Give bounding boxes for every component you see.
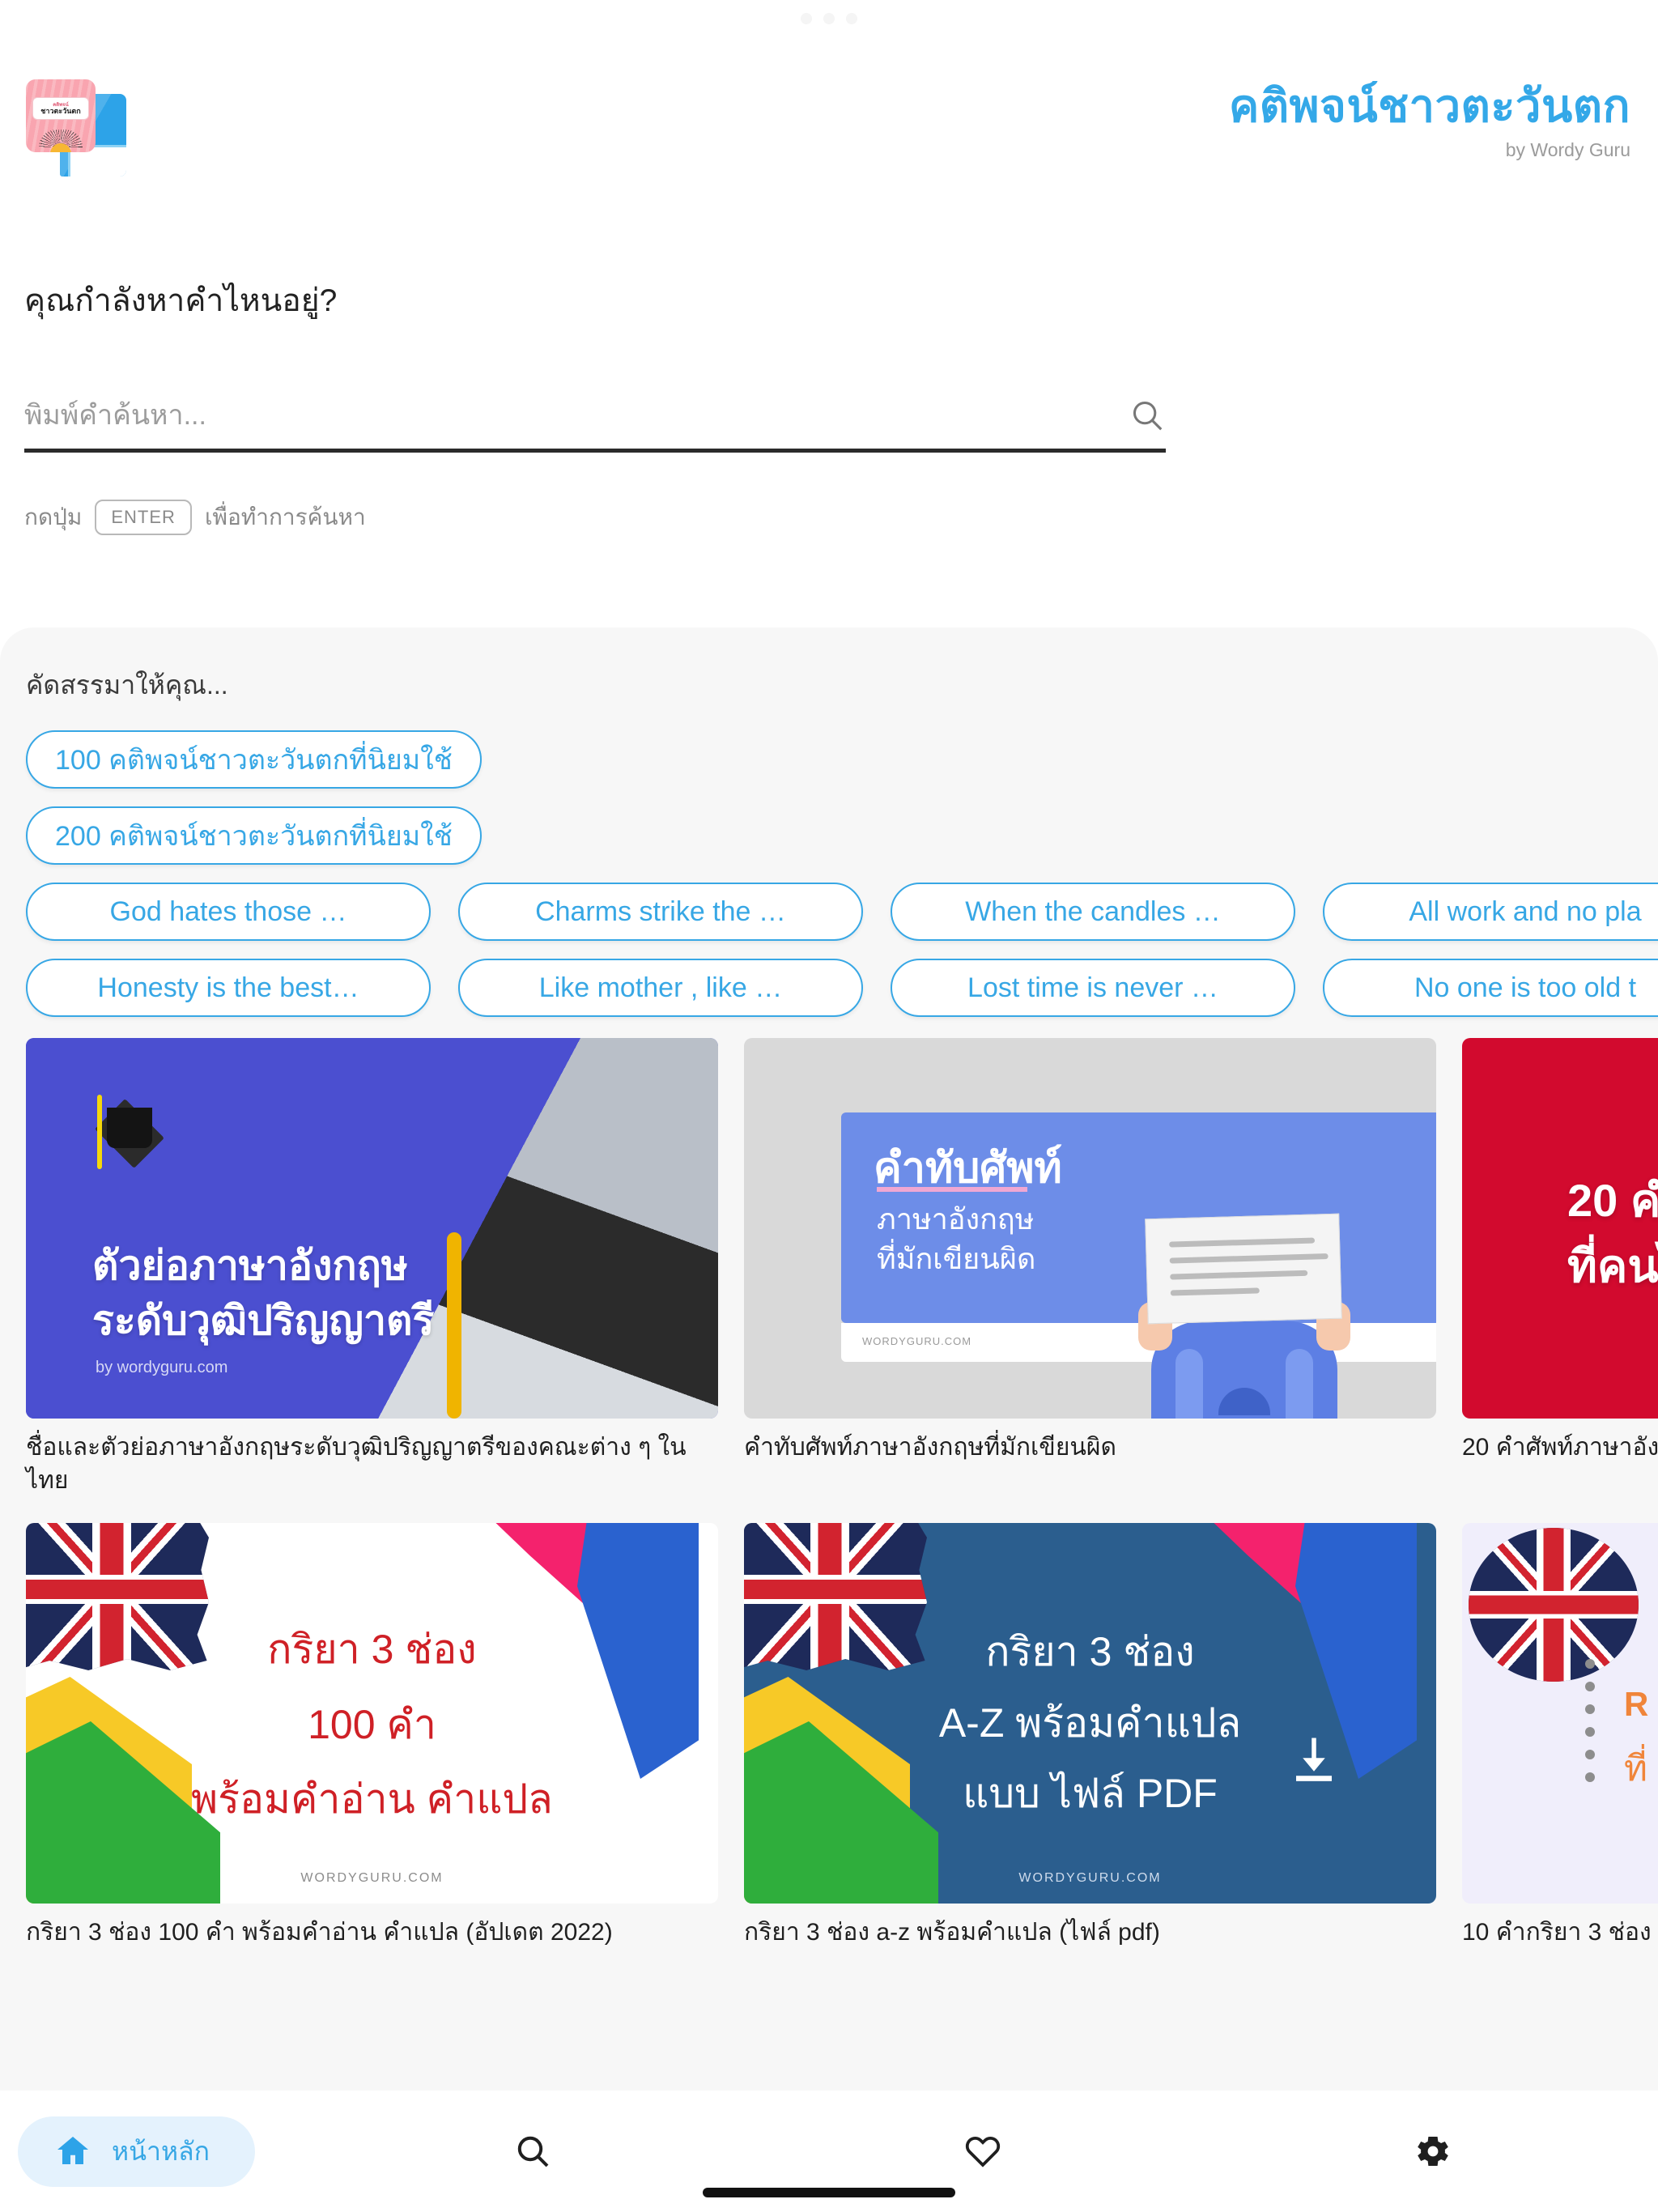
bottom-navigation: หน้าหลัก (0, 2091, 1658, 2212)
logo-card: คติพจน์ ชาวตะวันตก (26, 79, 96, 152)
thumb-line2: ภาษาอังกฤษ (877, 1202, 1035, 1236)
thumb-line2: ที่คนไทย (1567, 1240, 1658, 1292)
thumb-byline: by wordyguru.com (96, 1359, 228, 1376)
article-card[interactable]: 20 คำศั ที่คนไทย 20 คำศัพท์ภาษาอังกฤษที่ (1462, 1038, 1658, 1497)
brand: คติพจน์ชาวตะวันตก by Wordy Guru (1229, 81, 1630, 161)
article-thumbnail: คำทับศัพท์ ภาษาอังกฤษ ที่มักเขียนผิด WOR… (744, 1038, 1436, 1419)
chip-200-quotes[interactable]: 200 คติพจน์ชาวตะวันตกที่นิยมใช้ (26, 806, 482, 865)
article-card[interactable]: กริยา 3 ช่อง 100 คำ พร้อมคำอ่าน คำแปล WO… (26, 1523, 718, 1950)
uk-flag-icon (1469, 1528, 1639, 1682)
card-row: ตัวย่อภาษาอังกฤษ ระดับวุฒิปริญญาตรี by w… (26, 1038, 1658, 1497)
article-card[interactable]: กริยา 3 ช่อง A-Z พร้อมคำแปล แบบ ไฟล์ PDF… (744, 1523, 1436, 1950)
chip-quote-3[interactable]: When the candles … (891, 883, 1295, 941)
app-header: คติพจน์ ชาวตะวันตก คติพจน์ชาวตะวันตก by … (0, 0, 1658, 227)
thumb-line1: 20 คำศั (1567, 1175, 1658, 1226)
article-card[interactable]: R E G U ที่ นิ ย ม 10 คำกริยา 3 ช่อง หมว… (1462, 1523, 1658, 1950)
thumb-line1: ตัวย่อภาษาอังกฤษ (92, 1243, 408, 1288)
chip-row: Honesty is the best… Like mother , like … (26, 959, 1658, 1017)
article-thumbnail: กริยา 3 ช่อง A-Z พร้อมคำแปล แบบ ไฟล์ PDF… (744, 1523, 1436, 1904)
article-caption: 10 คำกริยา 3 ช่อง หมวด R ไปออกข้อสอบ (1462, 1919, 1658, 1946)
chip-row: 100 คติพจน์ชาวตะวันตกที่นิยมใช้ (26, 730, 1658, 789)
article-caption: กริยา 3 ช่อง a-z พร้อมคำแปล (ไฟล์ pdf) (744, 1919, 1160, 1946)
search-input[interactable] (24, 399, 1129, 432)
suggestion-chips: 100 คติพจน์ชาวตะวันตกที่นิยมใช้ 200 คติพ… (0, 730, 1658, 1017)
thumb-byline: WORDYGURU.COM (862, 1335, 972, 1347)
thumb-line2: A-Z พร้อมคำแปล (938, 1699, 1242, 1746)
article-card[interactable]: คำทับศัพท์ ภาษาอังกฤษ ที่มักเขียนผิด WOR… (744, 1038, 1436, 1497)
search-box[interactable] (24, 397, 1166, 453)
thumb-line1: กริยา 3 ช่อง (985, 1629, 1195, 1674)
nav-item-search[interactable] (308, 2091, 758, 2212)
home-indicator (703, 2188, 955, 2197)
nav-item-home[interactable]: หน้าหลัก (0, 2091, 308, 2212)
chip-quote-4[interactable]: All work and no pla (1323, 883, 1658, 941)
article-thumbnail: 20 คำศั ที่คนไทย (1462, 1038, 1658, 1419)
thumb-byline: WORDYGURU.COM (1018, 1871, 1162, 1885)
gear-icon (1414, 2132, 1452, 2171)
home-icon (53, 2132, 92, 2171)
chip-quote-1[interactable]: God hates those … (26, 883, 431, 941)
article-caption: คำทับศัพท์ภาษาอังกฤษที่มักเขียนผิด (744, 1434, 1116, 1461)
chip-row: 200 คติพจน์ชาวตะวันตกที่นิยมใช้ (26, 806, 1658, 865)
chip-quote-5[interactable]: Honesty is the best… (26, 959, 431, 1017)
app-screen: คติพจน์ ชาวตะวันตก คติพจน์ชาวตะวันตก by … (0, 0, 1658, 2212)
panel-title: คัดสรรมาให้คุณ... (26, 670, 228, 700)
article-thumbnail: R E G U ที่ นิ ย ม (1462, 1523, 1658, 1904)
chip-100-quotes[interactable]: 100 คติพจน์ชาวตะวันตกที่นิยมใช้ (26, 730, 482, 789)
brand-subtitle: by Wordy Guru (1505, 138, 1630, 160)
search-icon[interactable] (1129, 397, 1166, 434)
thumb-line2: 100 คำ (308, 1701, 436, 1747)
search-icon (513, 2132, 552, 2171)
download-icon (1287, 1733, 1341, 1793)
article-caption: ชื่อและตัวย่อภาษาอังกฤษระดับวุฒิปริญญาตร… (26, 1434, 687, 1494)
article-caption: 20 คำศัพท์ภาษาอังกฤษที่ (1462, 1434, 1658, 1461)
chip-row: God hates those … Charms strike the … Wh… (26, 883, 1658, 941)
chip-quote-6[interactable]: Like mother , like … (458, 959, 863, 1017)
thumb-line3: ที่มักเขียนผิด (877, 1241, 1036, 1275)
chip-quote-7[interactable]: Lost time is never … (891, 959, 1295, 1017)
chip-quote-8[interactable]: No one is too old t (1323, 959, 1658, 1017)
thumb-line2: ระดับวุฒิปริญญาตรี (92, 1297, 435, 1343)
thumb-line2: ที่ นิ ย ม (1624, 1749, 1658, 1789)
thumb-line3: แบบ ไฟล์ PDF (963, 1771, 1218, 1816)
article-card[interactable]: ตัวย่อภาษาอังกฤษ ระดับวุฒิปริญญาตรี by w… (26, 1038, 718, 1497)
nav-item-settings[interactable] (1208, 2091, 1658, 2212)
nav-home-label: หน้าหลัก (112, 2136, 210, 2166)
nav-home-pill[interactable]: หน้าหลัก (18, 2116, 256, 2187)
article-caption: กริยา 3 ช่อง 100 คำ พร้อมคำอ่าน คำแปล (อ… (26, 1919, 613, 1946)
thumb-byline: WORDYGURU.COM (300, 1871, 444, 1885)
search-hint-after: เพื่อทำการค้นหา (204, 504, 366, 530)
recommend-panel: คัดสรรมาให้คุณ... 100 คติพจน์ชาวตะวันตกท… (0, 627, 1658, 2091)
enter-key-badge: ENTER (95, 500, 192, 535)
thumb-line1: R E G U (1624, 1685, 1658, 1723)
search-hint: กดปุ่ม ENTER เพื่อทำการค้นหา (24, 500, 1166, 535)
article-thumbnail: กริยา 3 ช่อง 100 คำ พร้อมคำอ่าน คำแปล WO… (26, 1523, 718, 1904)
article-thumbnail: ตัวย่อภาษาอังกฤษ ระดับวุฒิปริญญาตรี by w… (26, 1038, 718, 1419)
logo-card-line2: ชาวตะวันตก (40, 106, 81, 115)
app-logo: คติพจน์ ชาวตะวันตก (26, 79, 131, 177)
chip-quote-2[interactable]: Charms strike the … (458, 883, 863, 941)
article-grid: ตัวย่อภาษาอังกฤษ ระดับวุฒิปริญญาตรี by w… (0, 1038, 1658, 1950)
card-row: กริยา 3 ช่อง 100 คำ พร้อมคำอ่าน คำแปล WO… (26, 1523, 1658, 1950)
page-title: คติพจน์ชาวตะวันตก (1228, 80, 1630, 131)
search-section: คุณกำลังหาคำไหนอยู่? กดปุ่ม ENTER เพื่อท… (0, 275, 1190, 535)
thumb-line3: พร้อมคำอ่าน คำแปล (191, 1776, 553, 1822)
search-heading: คุณกำลังหาคำไหนอยู่? (24, 283, 338, 318)
search-hint-before: กดปุ่ม (24, 504, 83, 530)
heart-icon (963, 2132, 1002, 2171)
thumb-line1: กริยา 3 ช่อง (267, 1627, 477, 1672)
